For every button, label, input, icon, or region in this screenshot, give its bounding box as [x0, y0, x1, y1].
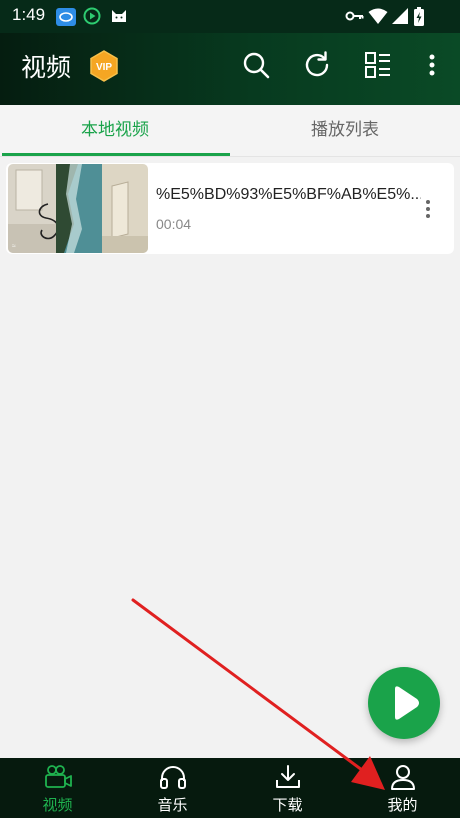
wifi-icon: [368, 7, 388, 29]
tab-local-videos[interactable]: 本地视频: [0, 105, 230, 157]
person-icon: [391, 765, 415, 790]
nav-label-music: 音乐: [157, 796, 188, 814]
bottom-nav: 视频 音乐 下载 我的: [0, 758, 460, 818]
vip-badge-label: VIP: [96, 62, 112, 73]
refresh-icon[interactable]: [302, 50, 332, 80]
tab-indicator: [2, 153, 230, 156]
nav-item-download[interactable]: 下载: [230, 758, 345, 818]
video-thumbnail[interactable]: ≈: [8, 164, 148, 253]
battery-charging-icon: [413, 7, 425, 31]
cat-icon: [110, 7, 128, 29]
page-title: 视频: [21, 53, 72, 82]
vip-badge[interactable]: VIP: [88, 50, 120, 82]
search-icon[interactable]: [241, 50, 271, 80]
nav-item-music[interactable]: 音乐: [115, 758, 230, 818]
app-bar: 视频 VIP: [0, 33, 460, 105]
signal-icon: [391, 7, 409, 29]
key-icon: [345, 7, 365, 29]
download-icon: [276, 765, 300, 788]
more-vert-icon[interactable]: [424, 50, 440, 80]
nav-item-profile[interactable]: 我的: [345, 758, 460, 818]
video-list-item[interactable]: ≈ %E5%BD%93%E5%BF%AB%E5%... 00:04: [6, 163, 454, 254]
nav-item-video[interactable]: 视频: [0, 758, 115, 818]
nav-label-download: 下载: [272, 796, 303, 814]
baidu-app-icon: [55, 7, 77, 31]
nav-label-video: 视频: [42, 796, 73, 814]
status-time: 1:49: [12, 5, 46, 24]
status-bar: 1:49: [0, 0, 460, 33]
video-title: %E5%BD%93%E5%BF%AB%E5%...: [156, 186, 421, 203]
view-list-icon[interactable]: [363, 50, 393, 80]
headphones-icon: [160, 766, 186, 789]
video-more-icon[interactable]: [418, 197, 438, 221]
svg-text:≈: ≈: [12, 243, 16, 250]
nav-label-profile: 我的: [387, 796, 418, 814]
video-duration: 00:04: [156, 216, 192, 232]
play-icon: [395, 686, 419, 720]
tab-playlist[interactable]: 播放列表: [230, 105, 460, 157]
play-fab-button[interactable]: [368, 667, 440, 739]
play-circle-icon: [83, 7, 101, 29]
video-camera-icon: [45, 765, 72, 788]
tab-bar: 本地视频 播放列表: [0, 105, 460, 157]
